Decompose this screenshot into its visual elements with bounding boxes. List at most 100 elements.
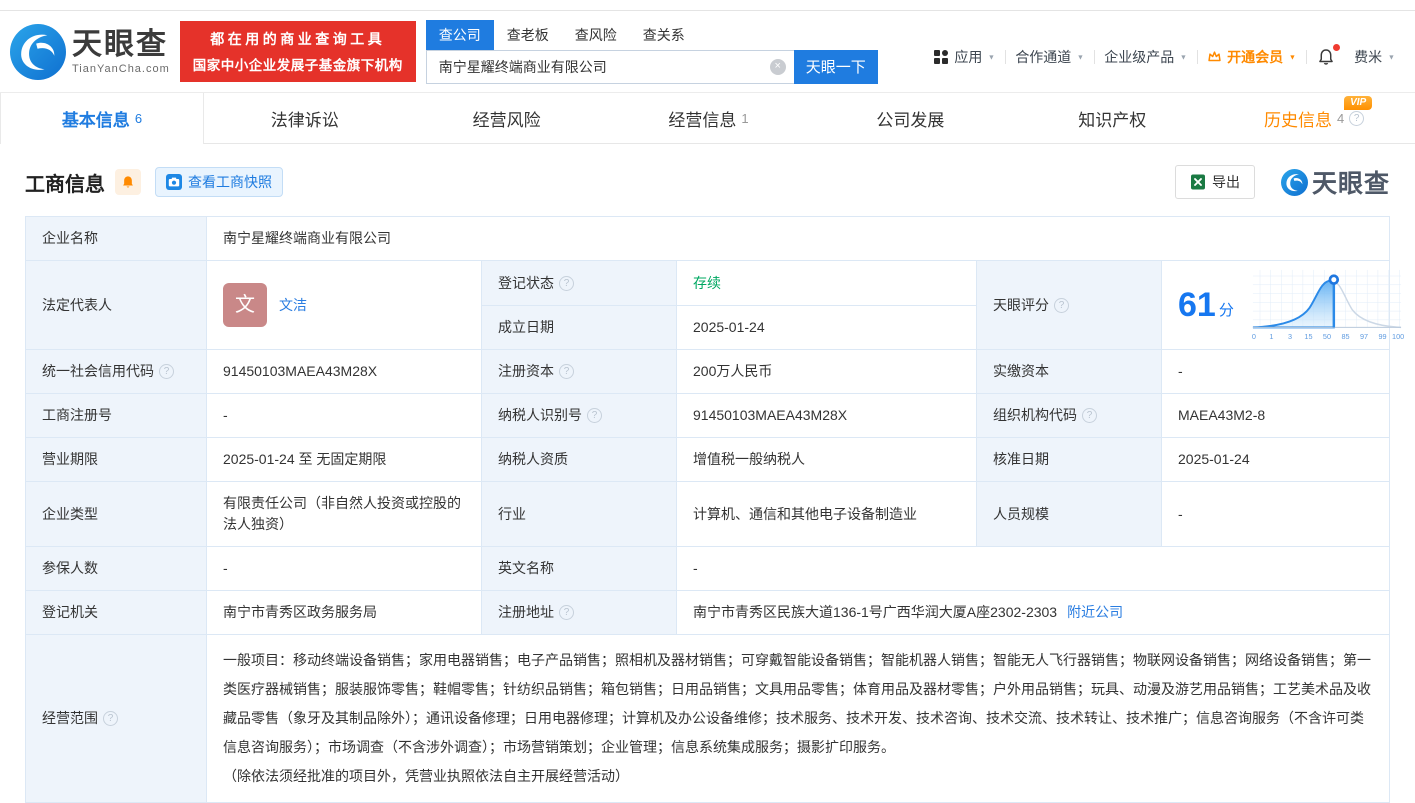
field-value: 91450103MAEA43M28X [206,350,481,393]
svg-text:1: 1 [1269,332,1273,341]
slogan-line-2: 国家中小企业发展子基金旗下机构 [190,54,406,74]
help-icon[interactable] [159,364,174,379]
nav-partner-channel[interactable]: 合作通道 [1006,47,1094,67]
chevron-down-icon [1387,52,1396,62]
field-value: 200万人民币 [676,350,976,393]
tab-operating-info[interactable]: 经营信息1 [608,93,810,143]
legal-rep-cell: 文 文洁 [206,261,481,349]
help-icon[interactable] [559,605,574,620]
tab-intellectual-property[interactable]: 知识产权 [1011,93,1213,143]
search-input[interactable] [426,50,794,84]
table-row: 登记机关 南宁市青秀区政务服务局 注册地址 南宁市青秀区民族大道136-1号广西… [26,590,1389,634]
logo-subtitle: TianYanCha.com [72,63,170,75]
search-type-tabs: 查公司 查老板 查风险 查关系 [426,20,878,50]
table-row: 法定代表人 文 文洁 登记状态 存续 天眼评分 61 分 [26,260,1389,349]
svg-text:100: 100 [1392,332,1404,341]
svg-text:85: 85 [1341,332,1349,341]
table-row: 营业期限 2025-01-24 至 无固定期限 纳税人资质 增值税一般纳税人 核… [26,437,1389,481]
tab-operating-risk[interactable]: 经营风险 [406,93,608,143]
bell-icon [1317,48,1335,66]
field-value: 计算机、通信和其他电子设备制造业 [676,482,976,546]
field-label: 人员规模 [976,482,1161,546]
tianyancha-logo-icon [10,24,66,80]
field-label: 营业期限 [26,438,206,481]
field-value: 有限责任公司（非自然人投资或控股的法人独资） [206,482,481,546]
nav-open-vip[interactable]: 开通会员 [1198,47,1306,67]
field-value: - [206,394,481,437]
field-value: - [1161,482,1389,546]
monitor-bell-button[interactable] [115,169,141,195]
nav-enterprise-products[interactable]: 企业级产品 [1095,47,1197,67]
tianyancha-logo[interactable]: 天眼查 TianYanCha.com [10,24,170,80]
help-icon[interactable] [1054,298,1069,313]
vip-badge: VIP [1344,96,1372,110]
field-label: 成立日期 [481,305,676,349]
field-label: 纳税人识别号 [481,394,676,437]
field-label: 核准日期 [976,438,1161,481]
tab-label: 基本信息 [62,106,130,131]
tab-history-info[interactable]: 历史信息4 VIP [1213,93,1415,143]
search-tab-relation[interactable]: 查关系 [630,20,698,50]
help-icon[interactable] [103,711,118,726]
clear-search-icon[interactable] [770,59,786,75]
slogan-line-1: 都在用的商业查询工具 [190,29,406,49]
search-tab-risk[interactable]: 查风险 [562,20,630,50]
nav-user-menu[interactable]: 费米 [1345,47,1405,67]
tab-count: 4 [1337,111,1344,126]
nav-enterprise-label: 企业级产品 [1104,47,1174,67]
search-tab-boss[interactable]: 查老板 [494,20,562,50]
top-header: 天眼查 TianYanCha.com 都在用的商业查询工具 国家中小企业发展子基… [0,10,1415,92]
help-icon[interactable] [1349,111,1364,126]
watermark-logo: 天眼查 [1281,164,1390,200]
search-button[interactable]: 天眼一下 [794,50,878,84]
field-label: 统一社会信用代码 [26,350,206,393]
logo-title: 天眼查 [72,29,170,61]
nav-apps[interactable]: 应用 [925,47,1005,67]
top-nav: 应用 合作通道 企业级产品 开通会员 费米 [925,47,1405,67]
tab-company-development[interactable]: 公司发展 [809,93,1011,143]
field-label: 纳税人资质 [481,438,676,481]
business-info-table: 企业名称 南宁星耀终端商业有限公司 法定代表人 文 文洁 登记状态 存续 天眼评… [25,216,1390,803]
field-label: 英文名称 [481,547,676,590]
svg-text:50: 50 [1323,332,1331,341]
tab-basic-info[interactable]: 基本信息 6 [0,93,204,144]
help-icon[interactable] [559,276,574,291]
help-icon[interactable] [559,364,574,379]
tab-label: 公司发展 [876,106,944,131]
field-label: 法定代表人 [26,261,206,349]
avatar[interactable]: 文 [223,283,267,327]
svg-text:3: 3 [1288,332,1292,341]
view-snapshot-button[interactable]: 查看工商快照 [155,167,283,197]
camera-icon [166,174,182,190]
notifications-bell[interactable] [1307,48,1345,66]
search-area: 查公司 查老板 查风险 查关系 天眼一下 [426,20,878,84]
tab-count: 6 [135,111,142,126]
field-value: 2025-01-24 [1161,438,1389,481]
field-label: 实缴资本 [976,350,1161,393]
nearby-companies-link[interactable]: 附近公司 [1067,602,1123,623]
chart-axis-labels: 0 1 3 15 50 85 97 99 100 [1252,332,1404,341]
table-row: 经营范围 一般项目：移动终端设备销售；家用电器销售；电子产品销售；照相机及器材销… [26,634,1389,802]
crown-icon [1207,49,1222,64]
tab-legal-proceedings[interactable]: 法律诉讼 [204,93,406,143]
field-value: 2025-01-24 至 无固定期限 [206,438,481,481]
help-icon[interactable] [587,408,602,423]
table-row: 统一社会信用代码 91450103MAEA43M28X 注册资本 200万人民币… [26,349,1389,393]
field-label: 企业类型 [26,482,206,546]
help-icon[interactable] [1082,408,1097,423]
brand-slogan: 都在用的商业查询工具 国家中小企业发展子基金旗下机构 [180,21,416,82]
section-title: 工商信息 [25,168,105,197]
field-value: 增值税一般纳税人 [676,438,976,481]
username: 费米 [1354,47,1382,67]
chevron-down-icon [987,52,996,62]
field-label: 经营范围 [26,635,206,802]
search-tab-company[interactable]: 查公司 [426,20,494,50]
field-label: 企业名称 [26,217,206,260]
export-button[interactable]: 导出 [1175,165,1255,199]
svg-text:97: 97 [1360,332,1368,341]
tab-label: 经营风险 [473,106,541,131]
registered-address-cell: 南宁市青秀区民族大道136-1号广西华润大厦A座2302-2303 附近公司 [676,591,1389,634]
legal-rep-link[interactable]: 文洁 [279,295,307,316]
field-value: - [1161,350,1389,393]
apps-grid-icon [934,50,948,64]
